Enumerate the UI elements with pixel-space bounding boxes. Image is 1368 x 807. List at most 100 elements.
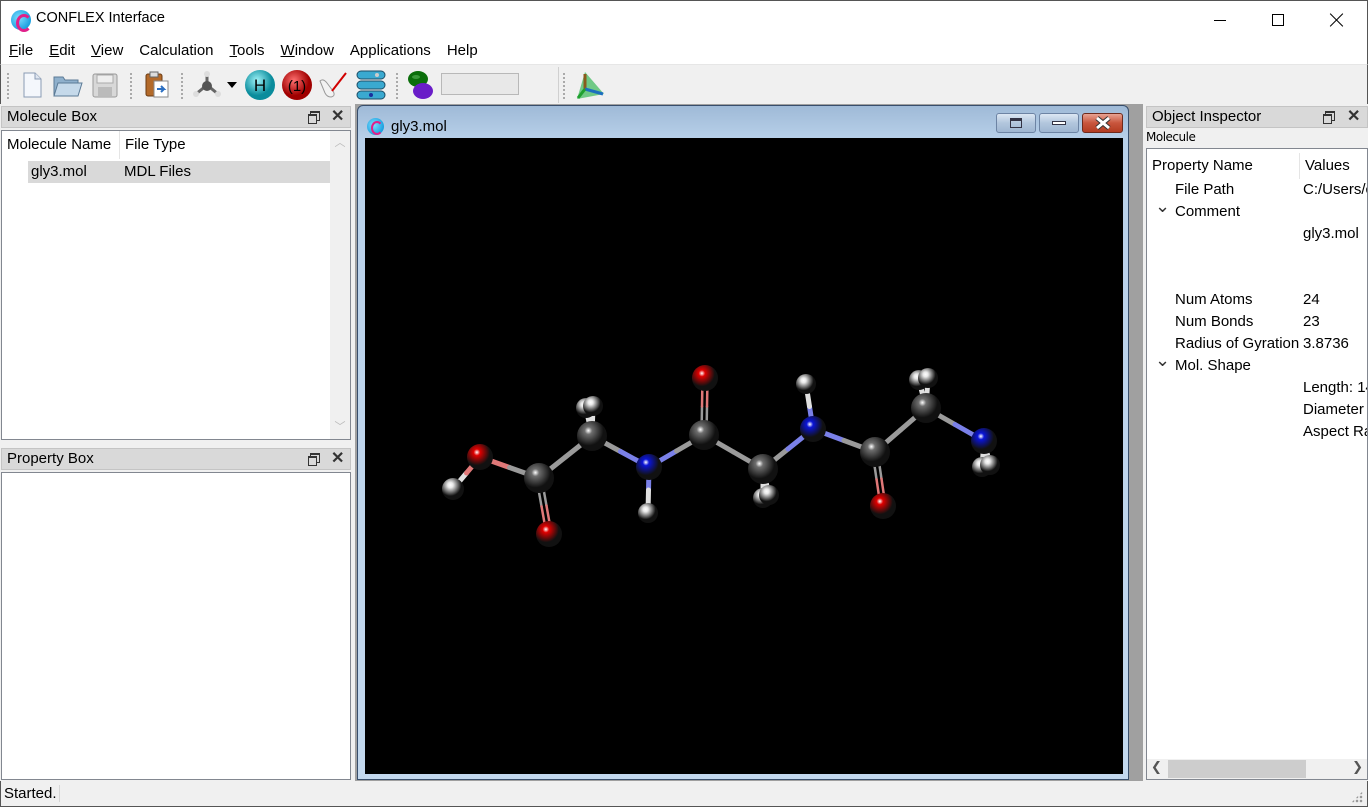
menu-file[interactable]: File: [3, 38, 39, 64]
scroll-up-icon[interactable]: ︿: [330, 133, 350, 153]
atom-o[interactable]: [467, 444, 493, 470]
property-row[interactable]: ⌄ Comment: [1147, 196, 1367, 223]
resize-grip[interactable]: [1351, 791, 1363, 803]
scroll-down-icon[interactable]: ﹀: [330, 417, 350, 437]
column-header-file-type[interactable]: File Type: [120, 131, 230, 159]
object-inspector-subtitle: Molecule: [1146, 130, 1196, 144]
close-panel-icon[interactable]: ✕: [1347, 108, 1360, 126]
atom-c[interactable]: [860, 437, 890, 467]
minimize-button[interactable]: [1191, 1, 1249, 39]
property-row[interactable]: [1147, 245, 1367, 267]
measure-button[interactable]: [317, 69, 349, 101]
property-row[interactable]: ⌄ Mol. Shape: [1147, 350, 1367, 377]
build-molecule-dropdown[interactable]: [225, 69, 239, 101]
property-row[interactable]: Num Atoms 24: [1147, 289, 1367, 311]
scrollbar-thumb[interactable]: [1168, 760, 1306, 778]
float-panel-icon[interactable]: [1323, 111, 1335, 124]
chevron-down-icon[interactable]: ⌄: [1155, 195, 1170, 217]
chevron-down-icon[interactable]: ⌄: [1155, 349, 1170, 371]
atom-c[interactable]: [748, 454, 778, 484]
property-row[interactable]: [1147, 267, 1367, 289]
atom-o[interactable]: [692, 365, 718, 391]
menu-tools[interactable]: Tools: [224, 38, 271, 64]
maximize-button[interactable]: [1249, 1, 1307, 39]
charge-button[interactable]: (1): [281, 69, 313, 101]
toolbar-grip[interactable]: [396, 73, 399, 99]
menu-view[interactable]: View: [85, 38, 129, 64]
atom-n[interactable]: [636, 454, 662, 480]
atom-c[interactable]: [524, 463, 554, 493]
column-header-property-name[interactable]: Property Name: [1152, 153, 1253, 179]
svg-text:H: H: [254, 76, 266, 95]
menu-help[interactable]: Help: [441, 38, 484, 64]
close-button[interactable]: [1308, 1, 1366, 39]
menu-calculation[interactable]: Calculation: [133, 38, 219, 64]
float-panel-icon[interactable]: [308, 111, 320, 124]
property-row[interactable]: Diameter: [1147, 399, 1367, 421]
atom-c[interactable]: [911, 393, 941, 423]
property-value: Diameter: [1303, 401, 1364, 418]
toolbar-grip[interactable]: [7, 73, 10, 99]
close-panel-icon[interactable]: ✕: [331, 450, 344, 468]
close-icon: [1094, 116, 1111, 130]
atom-o[interactable]: [536, 521, 562, 547]
atom-h[interactable]: [796, 374, 816, 394]
hydrogen-icon: H: [245, 70, 275, 100]
atom-h[interactable]: [442, 478, 464, 500]
floppy-disk-icon: [92, 73, 118, 98]
toolbar-grip[interactable]: [181, 73, 184, 99]
property-row[interactable]: Num Bonds 23: [1147, 311, 1367, 333]
axes-button[interactable]: [572, 69, 604, 101]
atom-n[interactable]: [800, 416, 826, 442]
build-molecule-button[interactable]: [191, 69, 223, 101]
column-header-values[interactable]: Values: [1305, 153, 1350, 179]
menu-edit[interactable]: Edit: [43, 38, 81, 64]
property-row[interactable]: File Path C:/Users/c: [1147, 179, 1367, 201]
orbital-button[interactable]: [405, 69, 437, 101]
molecule-box-title: Molecule Box: [7, 108, 98, 125]
calculation-list-button[interactable]: [355, 69, 387, 101]
molecule-render: [442, 365, 1000, 547]
list-item[interactable]: gly3.mol MDL Files: [28, 161, 330, 183]
file-type: MDL Files: [124, 163, 191, 180]
horizontal-scrollbar[interactable]: ❮ ❯: [1147, 759, 1367, 779]
atom-h[interactable]: [918, 368, 938, 388]
viewer-restore-button[interactable]: [996, 113, 1036, 133]
property-row[interactable]: Radius of Gyration 3.8736: [1147, 333, 1367, 355]
atom-h[interactable]: [583, 396, 603, 416]
viewer-close-button[interactable]: [1082, 113, 1123, 133]
object-inspector-title-bar[interactable]: Object Inspector ✕: [1146, 106, 1368, 128]
molecule-box-title-bar[interactable]: Molecule Box ✕: [1, 106, 351, 128]
float-panel-icon[interactable]: [308, 453, 320, 466]
atom-n[interactable]: [971, 428, 997, 454]
atom-h[interactable]: [638, 503, 658, 523]
atom-h[interactable]: [980, 455, 1000, 475]
menu-window[interactable]: Window: [275, 38, 340, 64]
orbital-value-field[interactable]: [441, 73, 519, 95]
toolbar-grip[interactable]: [130, 73, 133, 99]
property-row[interactable]: Aspect Ra: [1147, 421, 1367, 443]
property-box-title-bar[interactable]: Property Box ✕: [1, 448, 351, 470]
toolbar-grip[interactable]: [563, 73, 566, 99]
add-hydrogens-button[interactable]: H: [244, 69, 276, 101]
new-file-button[interactable]: [16, 69, 48, 101]
molecule-3d-canvas[interactable]: [365, 138, 1123, 774]
property-row[interactable]: Length: 14: [1147, 377, 1367, 399]
open-file-button[interactable]: [52, 69, 84, 101]
scroll-right-icon[interactable]: ❯: [1352, 760, 1363, 775]
column-header-molecule-name[interactable]: Molecule Name: [2, 131, 120, 159]
viewer-minimize-button[interactable]: [1039, 113, 1079, 133]
property-row[interactable]: gly3.mol: [1147, 223, 1367, 245]
paste-button[interactable]: [141, 69, 173, 101]
scroll-left-icon[interactable]: ❮: [1151, 760, 1162, 775]
atom-c[interactable]: [689, 420, 719, 450]
atom-o[interactable]: [870, 493, 896, 519]
atom-h[interactable]: [759, 485, 779, 505]
close-panel-icon[interactable]: ✕: [331, 108, 344, 126]
vertical-scrollbar[interactable]: ︿ ﹀: [330, 131, 350, 439]
atom-c[interactable]: [577, 421, 607, 451]
save-file-button[interactable]: [89, 69, 121, 101]
property-name: Mol. Shape: [1175, 357, 1251, 374]
toolbar: H (1): [0, 64, 1368, 104]
menu-applications[interactable]: Applications: [344, 38, 437, 64]
